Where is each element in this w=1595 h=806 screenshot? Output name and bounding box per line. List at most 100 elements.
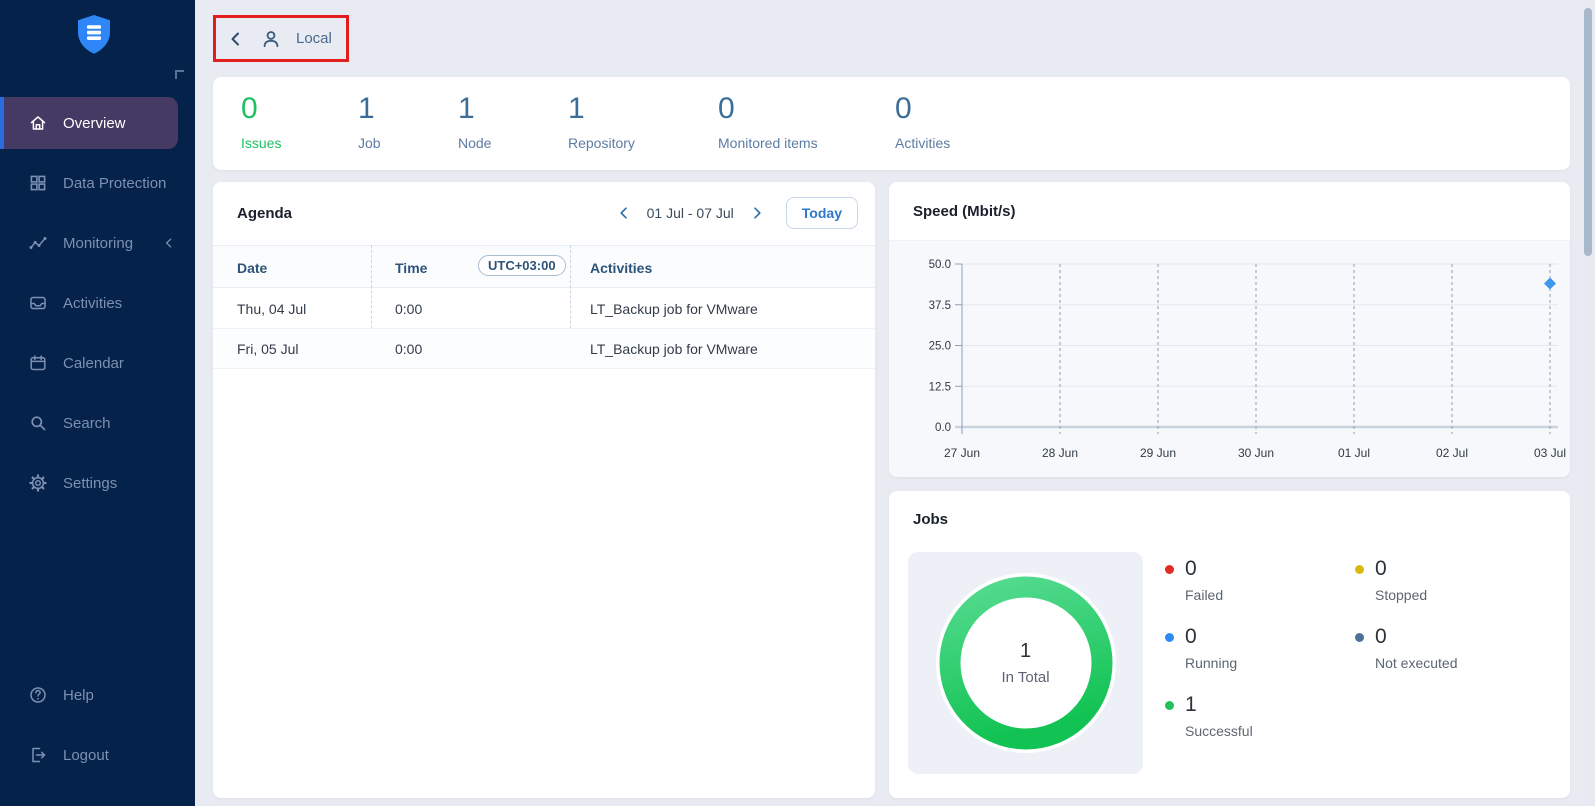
jobs-title: Jobs — [913, 511, 948, 528]
svg-text:01 Jul: 01 Jul — [1338, 446, 1370, 460]
jobs-legend-item-successful: 1 Successful — [1165, 693, 1355, 739]
sidebar-item-label: Activities — [63, 295, 122, 312]
sidebar-item-label: Overview — [63, 115, 126, 132]
speed-data-point — [1544, 278, 1556, 290]
stat-node[interactable]: 1Node — [458, 93, 491, 151]
stat-value: 0 — [718, 93, 818, 125]
svg-text:0.0: 0.0 — [935, 422, 951, 434]
stat-monitored-items[interactable]: 0 Monitored items — [718, 93, 818, 151]
monitoring-icon — [28, 233, 48, 253]
today-button[interactable]: Today — [786, 197, 858, 229]
column-header-activities: Activities — [590, 260, 652, 276]
legend-label: Failed — [1185, 587, 1355, 603]
speed-chart-svg: 0.0 12.5 25.0 37.5 50.0 27 Jun 28 Jun 29 Jun 30 … — [889, 241, 1570, 478]
agenda-cell-time: 0:00 — [395, 289, 422, 329]
gear-icon — [28, 473, 48, 493]
stat-label: Repository — [568, 135, 635, 151]
sidebar-collapse-corner-icon[interactable] — [175, 70, 184, 79]
sidebar-bottom-nav: Help Logout — [0, 669, 195, 789]
stat-label: Monitored items — [718, 135, 818, 151]
back-button[interactable] — [226, 29, 246, 49]
stat-label: Job — [358, 135, 381, 151]
svg-text:30 Jun: 30 Jun — [1238, 446, 1274, 460]
jobs-donut-chart: 1 In Total — [908, 552, 1143, 774]
chevron-left-icon[interactable] — [162, 236, 176, 250]
column-header-date: Date — [237, 260, 267, 276]
sidebar: Overview Data Protection Monitoring Activit… — [0, 0, 195, 806]
speed-chart-title: Speed (Mbit/s) — [913, 203, 1016, 220]
svg-text:29 Jun: 29 Jun — [1140, 446, 1176, 460]
search-icon — [28, 413, 48, 433]
sidebar-item-help[interactable]: Help — [0, 669, 195, 721]
sidebar-item-data-protection[interactable]: Data Protection — [0, 157, 195, 209]
inbox-icon — [28, 293, 48, 313]
sidebar-item-label: Settings — [63, 475, 117, 492]
previous-week-button[interactable] — [614, 203, 634, 223]
sidebar-item-label: Calendar — [63, 355, 124, 372]
sidebar-item-settings[interactable]: Settings — [0, 457, 195, 509]
calendar-icon — [28, 353, 48, 373]
svg-text:03 Jul: 03 Jul — [1534, 446, 1566, 460]
agenda-row[interactable]: Fri, 05 Jul0:00LT_Backup job for VMware — [213, 329, 875, 369]
jobs-legend-item-failed: 0 Failed — [1165, 557, 1355, 603]
agenda-title: Agenda — [237, 205, 292, 222]
column-header-time: Time — [395, 260, 427, 276]
svg-text:37.5: 37.5 — [929, 300, 951, 312]
jobs-legend: 0 Failed 0 Running 1 Successful 0 Stopped 0Not … — [1165, 557, 1545, 761]
summary-stats-card: 0Issues 1Job 1Node 1 Repository 0 Monitored it… — [213, 77, 1570, 170]
svg-text:12.5: 12.5 — [929, 381, 951, 393]
legend-label: Stopped — [1375, 587, 1545, 603]
sidebar-item-activities[interactable]: Activities — [0, 277, 195, 329]
stat-label: Activities — [895, 135, 950, 151]
sidebar-item-label: Monitoring — [63, 235, 133, 252]
stat-label: Node — [458, 135, 491, 151]
legend-value: 0 — [1375, 625, 1387, 649]
legend-dot-icon — [1355, 565, 1364, 574]
jobs-legend-item-stopped: 0 Stopped — [1355, 557, 1545, 603]
stat-value: 1 — [568, 93, 635, 125]
svg-text:50.0: 50.0 — [929, 259, 951, 271]
date-range-label: 01 Jul - 07 Jul — [647, 205, 734, 221]
sidebar-item-overview[interactable]: Overview — [0, 97, 178, 149]
agenda-table-header: Date Time UTC+03:00 Activities — [213, 245, 875, 288]
speed-chart-card: Speed (Mbit/s) 0.0 12.5 25.0 37.5 50.0 27 Jun… — [889, 182, 1570, 477]
agenda-row[interactable]: Thu, 04 Jul0:00LT_Backup job for VMware — [213, 289, 875, 329]
legend-value: 0 — [1185, 557, 1197, 581]
sidebar-item-calendar[interactable]: Calendar — [0, 337, 195, 389]
sidebar-item-monitoring[interactable]: Monitoring — [0, 217, 195, 269]
legend-label: Running — [1185, 655, 1355, 671]
stat-issues[interactable]: 0Issues — [241, 93, 281, 151]
legend-dot-icon — [1165, 701, 1174, 710]
stat-job[interactable]: 1Job — [358, 93, 381, 151]
sidebar-item-search[interactable]: Search — [0, 397, 195, 449]
jobs-card: Jobs 1 In Total 0 Failed 0 Running 1 Successf… — [889, 491, 1570, 798]
date-navigation: 01 Jul - 07 Jul Today — [614, 197, 858, 229]
agenda-cell-activity: LT_Backup job for VMware — [590, 329, 758, 369]
jobs-legend-item-running: 0 Running — [1165, 625, 1355, 671]
svg-text:28 Jun: 28 Jun — [1042, 446, 1078, 460]
jobs-total-label: In Total — [1001, 669, 1049, 686]
svg-text:27 Jun: 27 Jun — [944, 446, 980, 460]
help-icon — [28, 685, 48, 705]
legend-value: 0 — [1375, 557, 1387, 581]
sidebar-item-label: Data Protection — [63, 175, 166, 192]
annotation-highlight-box: Local — [213, 15, 349, 62]
sidebar-nav: Overview Data Protection Monitoring Activit… — [0, 97, 195, 517]
breadcrumb-user-label[interactable]: Local — [296, 30, 332, 47]
stat-activities[interactable]: 0Activities — [895, 93, 950, 151]
next-week-button[interactable] — [747, 203, 767, 223]
sidebar-item-logout[interactable]: Logout — [0, 729, 195, 781]
agenda-card: Agenda 01 Jul - 07 Jul Today Date Time U… — [213, 182, 875, 798]
user-icon — [260, 28, 282, 50]
legend-value: 1 — [1185, 693, 1197, 717]
agenda-cell-activity: LT_Backup job for VMware — [590, 289, 758, 329]
svg-text:25.0: 25.0 — [929, 341, 951, 353]
stat-repository[interactable]: 1 Repository — [568, 93, 635, 151]
scrollbar-thumb[interactable] — [1584, 8, 1592, 256]
legend-label: Successful — [1185, 723, 1355, 739]
stat-value: 0 — [241, 93, 281, 125]
legend-value: 0 — [1185, 625, 1197, 649]
sidebar-item-label: Logout — [63, 747, 109, 764]
jobs-legend-item-not-executed: 0Not executed — [1355, 625, 1545, 671]
svg-text:02 Jul: 02 Jul — [1436, 446, 1468, 460]
